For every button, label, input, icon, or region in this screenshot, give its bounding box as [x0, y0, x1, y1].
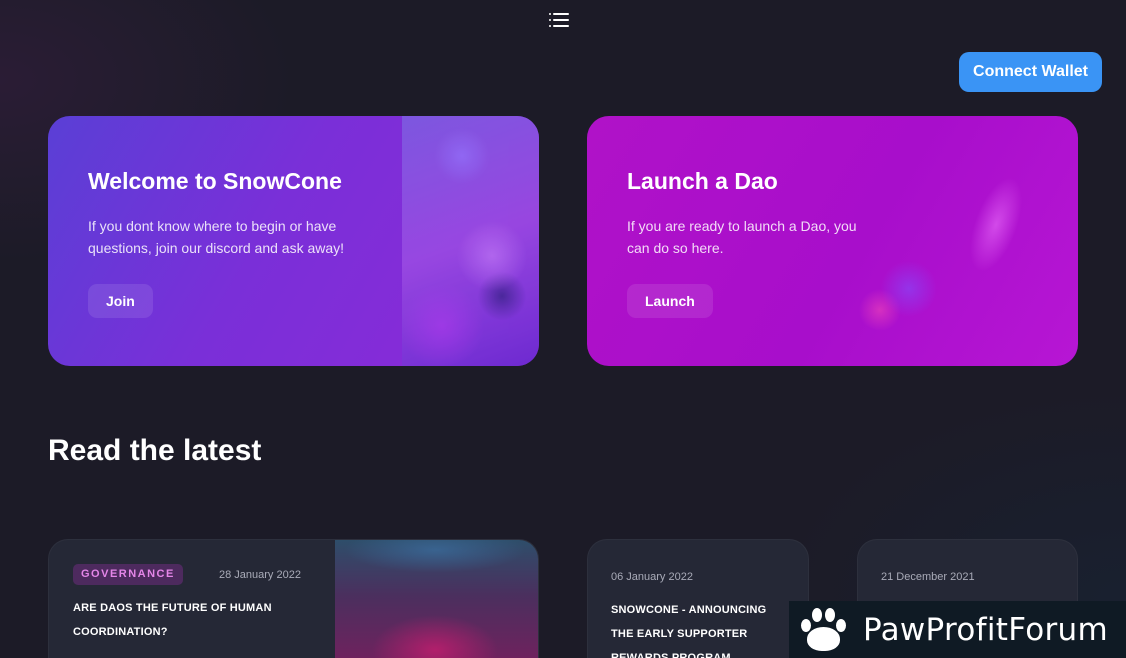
hamburger-menu-icon[interactable] [549, 13, 569, 27]
launch-dao-card: Launch a Dao If you are ready to launch … [587, 116, 1078, 366]
read-latest-heading: Read the latest [48, 434, 262, 467]
post-thumbnail [335, 540, 538, 658]
join-button[interactable]: Join [88, 284, 153, 318]
post-title[interactable]: ARE DAOS THE FUTURE OF HUMAN COORDINATIO… [73, 596, 313, 644]
post-date: 06 January 2022 [611, 571, 693, 583]
post-date: 21 December 2021 [881, 571, 975, 583]
welcome-card-description: If you dont know where to begin or have … [88, 218, 345, 256]
launch-dao-card-art [835, 116, 1078, 366]
post-card[interactable]: GOVERNANCE 28 January 2022 ARE DAOS THE … [48, 539, 539, 658]
connect-wallet-button[interactable]: Connect Wallet [959, 52, 1102, 92]
post-card[interactable]: 06 January 2022 SNOWCONE - ANNOUNCING TH… [587, 539, 809, 658]
paw-icon [797, 605, 849, 655]
welcome-card-title: Welcome to SnowCone [88, 168, 342, 194]
post-tag: GOVERNANCE [73, 564, 183, 585]
post-title[interactable]: SNOWCONE - ANNOUNCING THE EARLY SUPPORTE… [611, 598, 791, 658]
launch-button[interactable]: Launch [627, 284, 713, 318]
watermark-text: PawProfitForum [863, 611, 1108, 648]
page: Connect Wallet Welcome to SnowCone If yo… [0, 0, 1126, 658]
welcome-card: Welcome to SnowCone If you dont know whe… [48, 116, 539, 366]
post-date: 28 January 2022 [219, 569, 301, 581]
welcome-card-art [402, 116, 539, 366]
launch-dao-card-description: If you are ready to launch a Dao, you ca… [627, 218, 857, 256]
launch-dao-card-title: Launch a Dao [627, 168, 778, 194]
watermark-banner: PawProfitForum [789, 601, 1126, 658]
